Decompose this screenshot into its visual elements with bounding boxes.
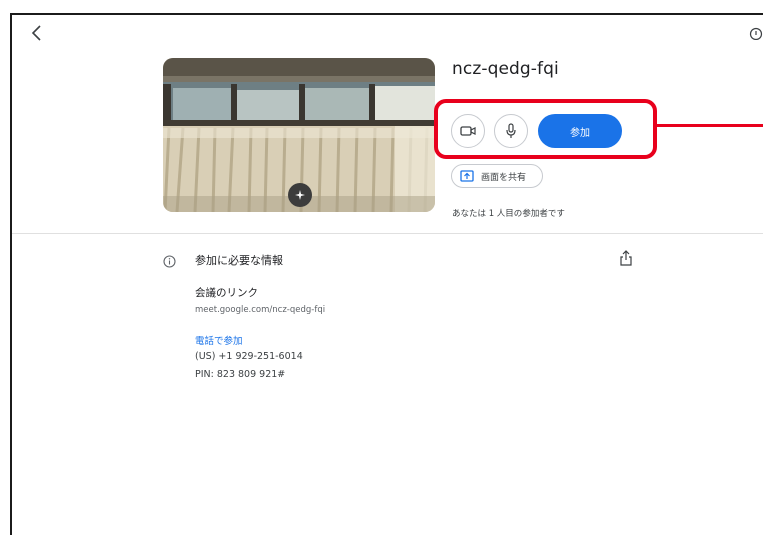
join-by-phone-link[interactable]: 電話で参加 [195, 333, 243, 347]
info-icon [163, 253, 176, 268]
share-screen-label: 画面を共有 [481, 172, 527, 183]
meeting-link-url: meet.google.com/ncz-qedg-fqi [195, 305, 326, 315]
effects-button[interactable] [288, 183, 312, 207]
phone-number: (US) +1 929-251-6014 [195, 351, 303, 362]
share-icon[interactable] [619, 250, 633, 267]
meeting-code: ncz-qedg-fqi [452, 59, 559, 79]
meeting-link-label: 会議のリンク [195, 287, 258, 299]
present-icon [460, 170, 474, 182]
phone-pin: PIN: 823 809 921# [195, 369, 286, 380]
section-divider [12, 233, 763, 234]
highlight-box [434, 99, 657, 159]
participants-status: あなたは 1 人目の参加者です [452, 209, 565, 219]
info-heading: 参加に必要な情報 [195, 254, 283, 267]
share-screen-button[interactable]: 画面を共有 [451, 164, 543, 188]
sparkle-icon [295, 190, 305, 200]
back-button[interactable] [30, 24, 44, 42]
report-icon[interactable] [749, 26, 763, 40]
chevron-left-icon [31, 25, 41, 41]
highlight-pointer-line [657, 124, 763, 127]
